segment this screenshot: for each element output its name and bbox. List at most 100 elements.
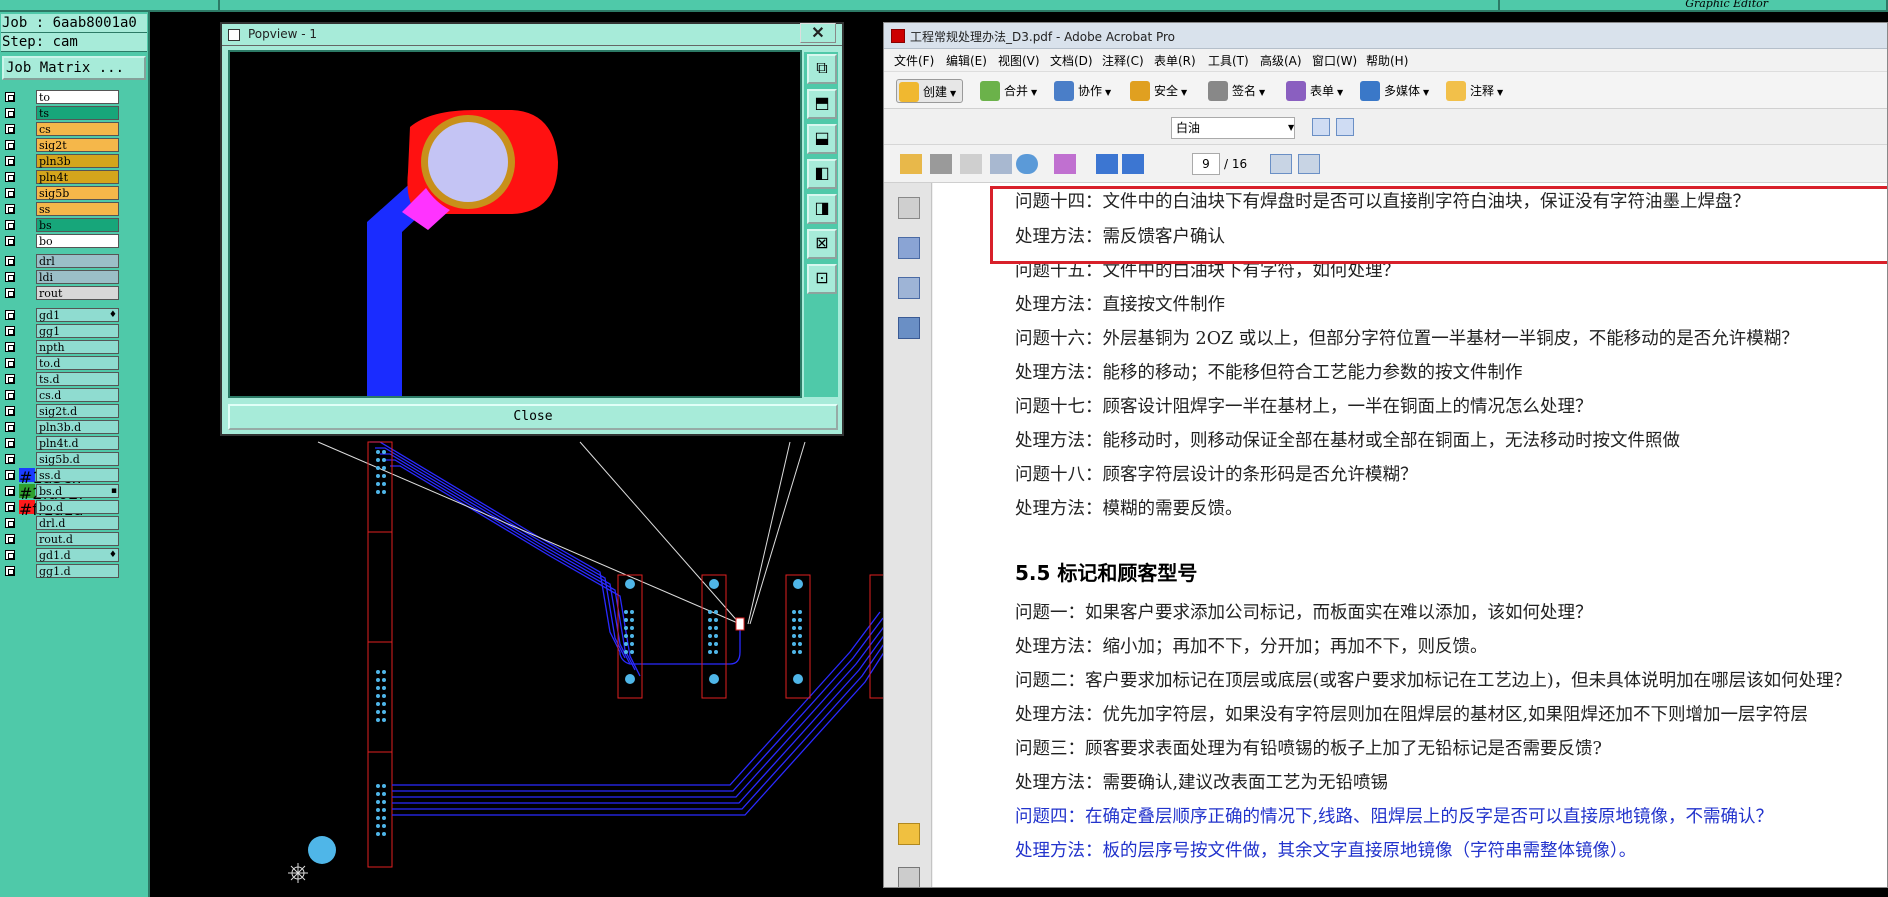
layer-checkbox[interactable] (5, 422, 15, 432)
layer-name[interactable]: pln3b (36, 154, 119, 168)
layer-name[interactable]: npth (36, 340, 119, 354)
layer-row[interactable]: #1a3cffss.d (2, 468, 120, 487)
layer-name[interactable]: ss.d (36, 468, 119, 482)
layer-row[interactable]: pln3b.d (2, 420, 120, 434)
arrow-down-icon[interactable] (1122, 154, 1144, 174)
layer-row[interactable]: rout (2, 286, 120, 300)
layer-row[interactable]: gd1.d ♦ (2, 548, 120, 562)
menu-item[interactable]: 工具(T) (1208, 52, 1249, 69)
layer-name[interactable]: ss (36, 202, 119, 216)
layer-name[interactable]: rout (36, 286, 119, 300)
secure-button[interactable]: 安全 ▼ (1128, 79, 1187, 103)
menu-item[interactable]: 表单(R) (1154, 52, 1196, 69)
layer-checkbox[interactable] (5, 406, 15, 416)
popview-titlebar[interactable]: Popview - 1 ✕ (222, 23, 842, 46)
layer-checkbox[interactable] (5, 550, 15, 560)
layer-name[interactable]: bs (36, 218, 119, 232)
layer-name[interactable]: gg1.d (36, 564, 119, 578)
layer-checkbox[interactable] (5, 236, 15, 246)
layer-row[interactable]: #ff1a1abo.d (2, 500, 120, 519)
menu-item[interactable]: 帮助(H) (1366, 52, 1408, 69)
combine-button[interactable]: 合并 ▼ (978, 79, 1037, 103)
layer-row[interactable]: #2fa02fbs.d▪ (2, 484, 120, 503)
zoom-in-icon[interactable]: ⊠ (807, 229, 837, 259)
layer-row[interactable]: sig2t (2, 138, 120, 152)
layer-name[interactable]: gg1 (36, 324, 119, 338)
print-icon[interactable] (930, 154, 952, 174)
layer-name[interactable]: sig5b.d (36, 452, 119, 466)
layer-checkbox[interactable] (5, 172, 15, 182)
layer-checkbox[interactable] (5, 374, 15, 384)
layer-name[interactable]: ldi (36, 270, 119, 284)
previous-view-icon[interactable] (1312, 118, 1330, 136)
collaborate-button[interactable]: 协作 ▼ (1052, 79, 1111, 103)
layer-checkbox[interactable] (5, 310, 15, 320)
layer-row[interactable]: ts (2, 106, 120, 120)
layer-checkbox[interactable] (5, 140, 15, 150)
attachment-icon[interactable] (898, 867, 920, 887)
layer-name[interactable]: pln4t (36, 170, 119, 184)
layer-row[interactable]: to (2, 90, 120, 104)
menu-item[interactable]: 文档(D) (1050, 52, 1093, 69)
layer-name[interactable]: drl.d (36, 516, 119, 530)
bookmark-icon[interactable] (898, 237, 920, 259)
layer-row[interactable]: ldi (2, 270, 120, 284)
menu-item[interactable]: 窗口(W) (1312, 52, 1357, 69)
zoom-fit-icon[interactable]: ⧉ (807, 54, 837, 84)
layer-checkbox[interactable] (5, 92, 15, 102)
forms-button[interactable]: 表单 ▼ (1284, 79, 1343, 103)
menu-item[interactable]: 文件(F) (894, 52, 934, 69)
layer-name[interactable]: sig2t.d (36, 404, 119, 418)
layer-row[interactable]: bo (2, 234, 120, 248)
layer-row[interactable]: pln4t (2, 170, 120, 184)
layer-row[interactable]: gd1 ♦ (2, 308, 120, 322)
layer-row[interactable]: ss (2, 202, 120, 216)
full-screen-icon[interactable] (1298, 154, 1320, 174)
layer-name[interactable]: bo.d (36, 500, 119, 514)
sign-button[interactable]: 签名 ▼ (1206, 79, 1265, 103)
layer-checkbox[interactable] (5, 342, 15, 352)
layer-row[interactable]: pln3b (2, 154, 120, 168)
zoom-out-icon[interactable]: ⊡ (807, 264, 837, 294)
layer-name[interactable]: ts (36, 106, 119, 120)
layer-name[interactable]: gd1 (36, 308, 119, 322)
layer-checkbox[interactable] (5, 534, 15, 544)
layer-row[interactable]: pln4t.d (2, 436, 120, 450)
layer-name[interactable]: bs.d (36, 484, 119, 498)
layer-row[interactable]: npth (2, 340, 120, 354)
layer-checkbox[interactable] (5, 470, 15, 480)
layer-row[interactable]: rout.d (2, 532, 120, 546)
layer-row[interactable]: drl (2, 254, 120, 268)
review-icon[interactable] (1054, 154, 1076, 174)
layer-row[interactable]: gg1.d (2, 564, 120, 578)
pan-up-icon[interactable]: ⬒ (807, 89, 837, 119)
menu-item[interactable]: 编辑(E) (946, 52, 987, 69)
layer-row[interactable]: sig5b (2, 186, 120, 200)
layer-row[interactable]: sig2t.d (2, 404, 120, 418)
layer-row[interactable]: cs (2, 122, 120, 136)
multimedia-button[interactable]: 多媒体 ▼ (1358, 79, 1429, 103)
chevron-down-icon[interactable]: ▼ (1288, 117, 1294, 139)
layer-checkbox[interactable] (5, 272, 15, 282)
upload-icon[interactable] (1016, 154, 1038, 174)
signature-icon[interactable] (898, 277, 920, 299)
page-number-input[interactable]: 9 (1192, 153, 1220, 175)
fit-page-icon[interactable] (1270, 154, 1292, 174)
layer-row[interactable]: ts.d (2, 372, 120, 386)
layer-checkbox[interactable] (5, 204, 15, 214)
layer-checkbox[interactable] (5, 566, 15, 576)
layer-name[interactable]: ts.d (36, 372, 119, 386)
layer-checkbox[interactable] (5, 108, 15, 118)
layer-name[interactable]: bo (36, 234, 119, 248)
close-button[interactable]: Close (228, 404, 838, 430)
acrobat-titlebar[interactable]: 工程常规处理办法_D3.pdf - Adobe Acrobat Pro (884, 23, 1887, 49)
layer-name[interactable]: rout.d (36, 532, 119, 546)
layer-name[interactable]: cs.d (36, 388, 119, 402)
layer-row[interactable]: to.d (2, 356, 120, 370)
layer-checkbox[interactable] (5, 486, 15, 496)
layer-checkbox[interactable] (5, 288, 15, 298)
layer-checkbox[interactable] (5, 438, 15, 448)
layer-row[interactable]: sig5b.d (2, 452, 120, 466)
pan-down-icon[interactable]: ⬓ (807, 124, 837, 154)
layer-checkbox[interactable] (5, 156, 15, 166)
